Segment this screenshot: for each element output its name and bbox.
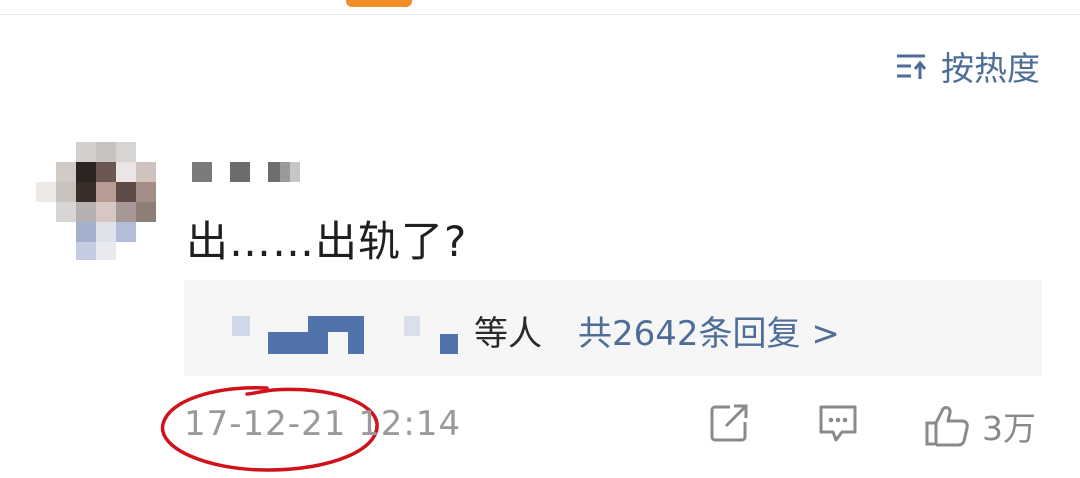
avatar[interactable] [36, 142, 156, 260]
active-tab-indicator [346, 0, 412, 7]
share-button[interactable] [708, 402, 750, 444]
comment-icon [819, 405, 857, 442]
sort-by-hot-button[interactable]: 按热度 [895, 42, 1040, 90]
like-button[interactable]: 3万 [924, 402, 1036, 450]
reply-count-link[interactable]: 共2642条回复 > [578, 306, 840, 355]
top-divider [0, 14, 1080, 15]
comment-text: 出……出轨了? [186, 217, 468, 266]
replies-preview[interactable]: 等人 共2642条回复 > [184, 280, 1042, 376]
share-icon [710, 404, 748, 442]
like-count: 3万 [982, 409, 1036, 448]
username-mosaic[interactable] [192, 162, 312, 184]
reply-button[interactable] [816, 402, 860, 444]
replies-suffix: 等人 [474, 314, 542, 354]
replier-names-mosaic [184, 280, 474, 376]
thumbs-up-icon [925, 406, 969, 447]
sort-icon [897, 54, 927, 79]
comment-timestamp: 17-12-21 12:14 [184, 404, 462, 444]
sort-label: 按热度 [941, 49, 1040, 88]
